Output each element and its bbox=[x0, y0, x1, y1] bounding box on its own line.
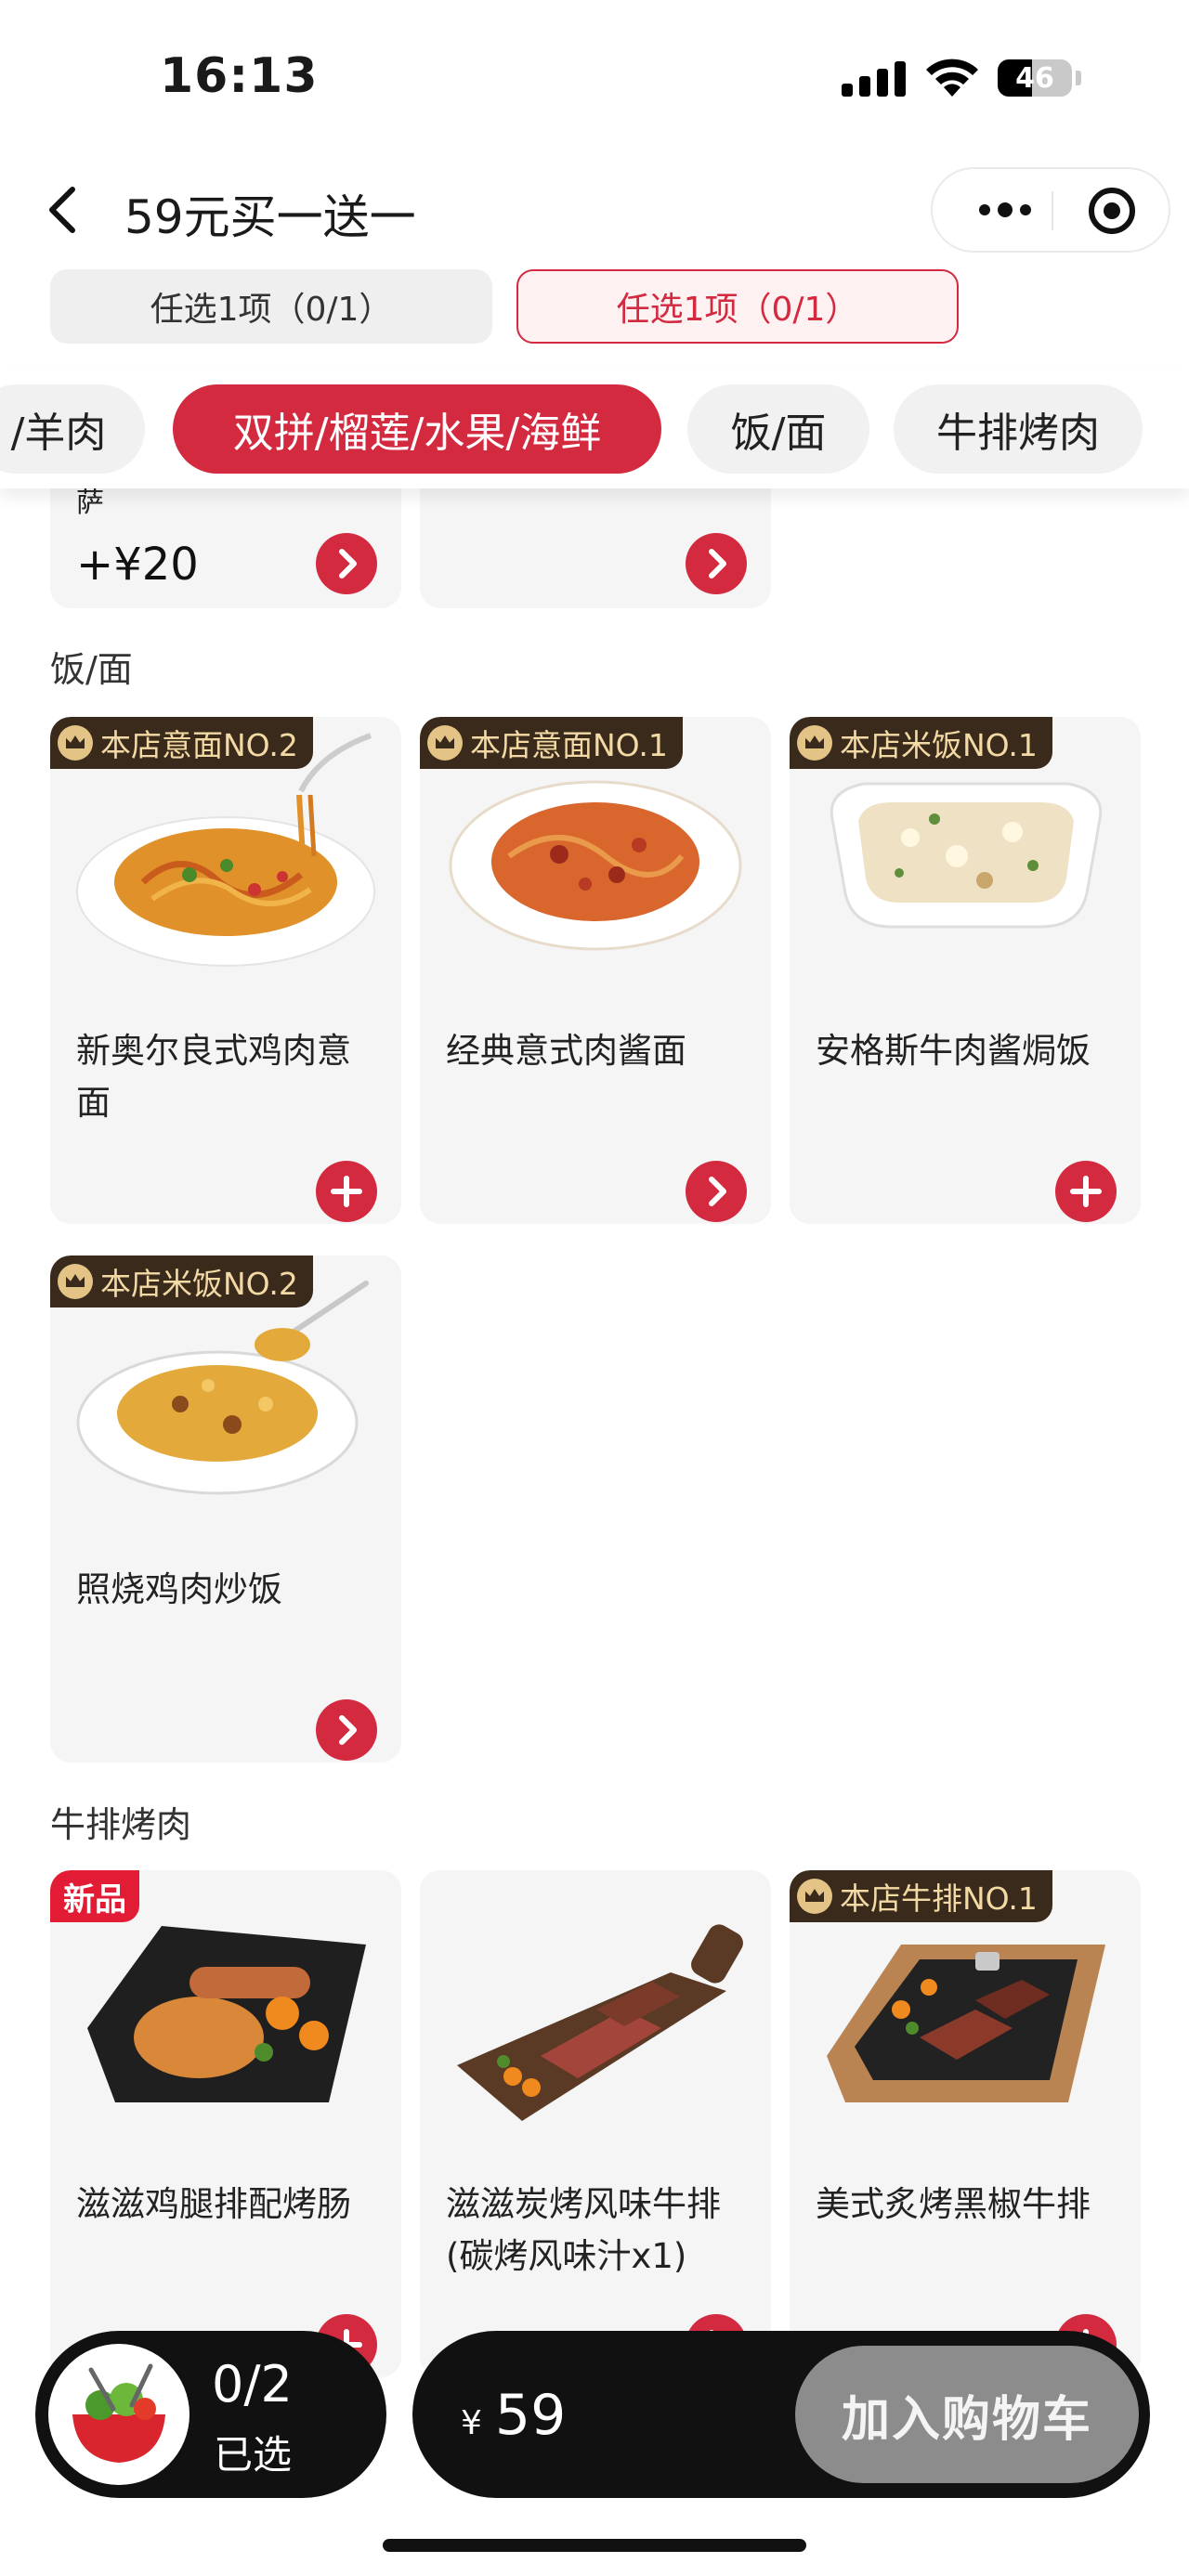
home-indicator bbox=[383, 2539, 806, 2552]
product-card[interactable]: 新品 滋滋鸡腿排配烤肠 bbox=[50, 1870, 401, 2377]
status-time: 16:13 bbox=[160, 48, 319, 104]
crown-icon bbox=[58, 725, 93, 761]
product-name: 照烧鸡肉炒饭 bbox=[76, 1569, 282, 1609]
plus-icon[interactable] bbox=[1055, 1161, 1117, 1222]
section-title-steak: 牛排烤肉 bbox=[50, 1804, 192, 1845]
rank-badge: 本店意面NO.2 bbox=[50, 717, 313, 769]
product-name: 滋滋炭烤风味牛排(碳烤风味汁x1) bbox=[446, 2184, 721, 2276]
nav-bar: 59元买一送一 bbox=[0, 158, 1189, 260]
category-tab-active[interactable]: 双拼/榴莲/水果/海鲜 bbox=[173, 384, 661, 474]
chevron-right-icon[interactable] bbox=[686, 1161, 747, 1222]
product-card[interactable]: 本店牛排NO.1 美式炙烤黑椒牛排 bbox=[790, 1870, 1141, 2377]
product-card[interactable]: 本店米饭NO.1 安格斯牛肉酱焗饭 bbox=[790, 717, 1141, 1224]
new-badge: 新品 bbox=[50, 1870, 139, 1922]
rank-badge-label: 本店米饭NO.1 bbox=[840, 727, 1038, 763]
chevron-right-icon[interactable] bbox=[316, 1699, 377, 1761]
crown-icon bbox=[797, 725, 832, 761]
rank-badge-label: 本店米饭NO.2 bbox=[100, 1266, 298, 1302]
category-tab[interactable]: 饭/面 bbox=[687, 384, 869, 474]
page-title: 59元买一送一 bbox=[124, 190, 416, 244]
battery-level: 46 bbox=[1015, 62, 1054, 95]
plus-icon[interactable] bbox=[316, 1161, 377, 1222]
crown-icon bbox=[797, 1879, 832, 1914]
capsule-divider bbox=[1052, 191, 1053, 230]
crown-icon bbox=[427, 725, 463, 761]
product-name: 安格斯牛肉酱焗饭 bbox=[816, 1031, 1091, 1071]
rank-badge-label: 本店意面NO.2 bbox=[100, 727, 298, 763]
rank-badge: 本店牛排NO.1 bbox=[790, 1870, 1052, 1922]
category-bar: /羊肉 双拼/榴莲/水果/海鲜 饭/面 牛排烤肉 bbox=[0, 371, 1189, 488]
category-tab[interactable]: 牛排烤肉 bbox=[894, 384, 1143, 474]
currency-symbol: ¥ bbox=[461, 2404, 482, 2442]
chevron-right-icon[interactable] bbox=[316, 533, 377, 594]
category-tab[interactable]: /羊肉 bbox=[0, 384, 145, 474]
product-name: 经典意式肉酱面 bbox=[446, 1031, 686, 1071]
product-name: 美式炙烤黑椒牛排 bbox=[816, 2184, 1091, 2224]
product-card[interactable]: 滋滋炭烤风味牛排(碳烤风味汁x1) bbox=[420, 1870, 771, 2377]
mini-program-capsule bbox=[931, 167, 1170, 253]
rank-badge-label: 本店牛排NO.1 bbox=[840, 1880, 1038, 1917]
total-price: ¥ 59 bbox=[461, 2383, 566, 2448]
rank-badge: 本店米饭NO.1 bbox=[790, 717, 1052, 769]
more-dots-icon[interactable] bbox=[959, 169, 1052, 251]
product-card[interactable]: 本店意面NO.2 新奥尔良式鸡肉意面 bbox=[50, 717, 401, 1224]
rank-badge: 本店意面NO.1 bbox=[420, 717, 683, 769]
choose-tab-2[interactable]: 任选1项（0/1） bbox=[516, 269, 959, 344]
record-target-icon[interactable] bbox=[1089, 188, 1135, 234]
product-name: 新奥尔良式鸡肉意面 bbox=[76, 1031, 351, 1123]
partial-product-price: +¥20 bbox=[76, 539, 199, 591]
battery-tip bbox=[1076, 71, 1081, 85]
rank-badge: 本店米饭NO.2 bbox=[50, 1255, 313, 1308]
rank-badge-label: 本店意面NO.1 bbox=[470, 727, 668, 763]
wifi-icon bbox=[926, 59, 978, 97]
chevron-right-icon[interactable] bbox=[686, 533, 747, 594]
battery-icon: 46 bbox=[998, 59, 1072, 97]
section-title-rice-noodle: 饭/面 bbox=[50, 649, 133, 690]
product-card[interactable]: 本店米饭NO.2 照烧鸡肉炒饭 bbox=[50, 1255, 401, 1763]
salad-bowl-icon bbox=[48, 2344, 189, 2485]
status-bar: 16:13 46 bbox=[0, 0, 1189, 158]
price-value: 59 bbox=[494, 2383, 567, 2448]
cellular-signal-icon bbox=[842, 61, 907, 97]
choose-tab-1[interactable]: 任选1项（0/1） bbox=[50, 269, 492, 344]
add-to-cart-button[interactable]: 加入购物车 bbox=[795, 2346, 1139, 2483]
selection-summary[interactable]: 0/2 已选 bbox=[35, 2331, 386, 2498]
product-card[interactable]: 本店意面NO.1 经典意式肉酱面 bbox=[420, 717, 771, 1224]
checkout-bar: ¥ 59 加入购物车 bbox=[412, 2331, 1150, 2498]
crown-icon bbox=[58, 1264, 93, 1299]
selected-label: 已选 bbox=[214, 2432, 293, 2478]
charcoal-steak-image bbox=[457, 1924, 743, 2121]
chevron-left-icon[interactable] bbox=[37, 182, 93, 238]
product-name: 滋滋鸡腿排配烤肠 bbox=[76, 2184, 351, 2224]
selected-count: 0/2 bbox=[212, 2355, 293, 2413]
